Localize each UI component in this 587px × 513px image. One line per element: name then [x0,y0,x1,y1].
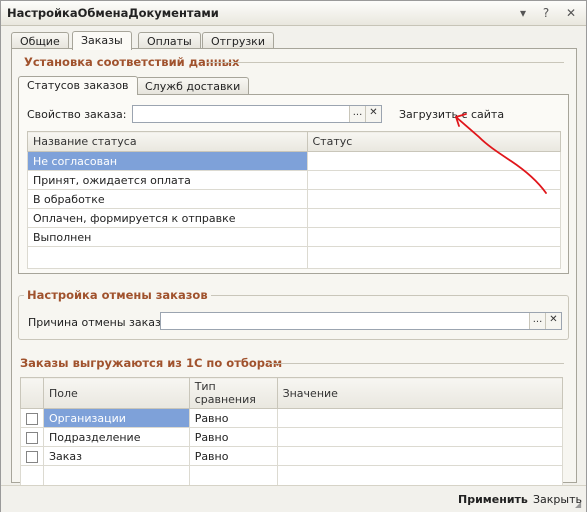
status-value-cell[interactable] [306,170,561,190]
status-value-cell[interactable] [306,208,561,228]
resize-grip-icon[interactable]: ◢ [575,500,585,510]
section-divider [268,363,564,364]
cancel-section-title: Настройка отмены заказов [24,288,211,302]
table-row[interactable]: Подразделение Равно [20,427,564,447]
table-row[interactable]: Организации Равно [20,408,564,428]
window-title: НастройкаОбменаДокументами [7,6,219,20]
column-header-check [20,377,44,409]
table-row[interactable]: Не согласован [27,151,561,171]
cancel-reason-field[interactable]: ... ✕ [160,312,562,330]
table-row[interactable]: Оплачен, формируется к отправке [27,208,561,228]
status-name-cell[interactable]: Выполнен [27,227,308,247]
filter-checkbox[interactable] [26,431,38,444]
menu-dropdown-icon[interactable]: ▾ [515,5,531,21]
filter-field-cell[interactable]: Подразделение [43,427,190,447]
filter-field-cell[interactable]: Заказ [43,446,190,466]
filter-comparison-cell[interactable]: Равно [188,446,278,466]
cancel-reason-label: Причина отмены заказа: [28,316,172,329]
table-row[interactable]: В обработке [27,189,561,209]
clear-icon[interactable]: ✕ [365,106,381,122]
filter-value-cell[interactable] [276,427,564,447]
select-button[interactable]: ... [349,106,365,122]
dialog-footer: Применить Закрыть [1,485,586,512]
clear-icon[interactable]: ✕ [545,313,561,329]
column-header-value[interactable]: Значение [276,377,564,409]
order-property-field[interactable]: ... ✕ [132,105,382,123]
filter-value-cell[interactable] [276,446,564,466]
status-name-cell[interactable]: Оплачен, формируется к отправке [27,208,308,228]
status-name-cell[interactable]: Не согласован [27,151,308,171]
tab-general[interactable]: Общие [11,32,69,49]
filter-comparison-cell[interactable]: Равно [188,408,278,428]
filter-field-cell[interactable]: Организации [43,408,190,428]
load-from-site-link[interactable]: Загрузить с сайта [399,108,504,121]
status-table: Название статуса Статус Не согласован Пр… [27,131,561,269]
filter-value-cell[interactable] [276,408,564,428]
status-value-cell[interactable] [306,227,561,247]
column-header-field[interactable]: Поле [43,377,190,409]
column-header-status[interactable]: Статус [306,131,561,152]
apply-button[interactable]: Применить [458,493,528,506]
status-mapping-panel: Свойство заказа: ... ✕ Загрузить с сайта… [18,94,569,274]
filter-comparison-cell[interactable]: Равно [188,427,278,447]
filters-table: Поле Тип сравнения Значение Организации … [20,377,564,488]
table-row[interactable]: Заказ Равно [20,446,564,466]
filters-section-title: Заказы выгружаются из 1С по отборам [20,356,283,370]
table-row[interactable]: Принят, ожидается оплата [27,170,561,190]
filter-checkbox[interactable] [26,412,38,425]
section-divider [207,62,564,63]
tab-orders[interactable]: Заказы [72,31,132,50]
help-icon[interactable]: ? [538,5,554,21]
status-value-cell[interactable] [306,151,561,171]
orders-tab-panel: Установка соответствий данных Статусов з… [11,48,577,488]
status-name-cell[interactable]: Принят, ожидается оплата [27,170,308,190]
table-row-empty [27,246,561,269]
filter-checkbox[interactable] [26,450,38,463]
close-icon[interactable]: ✕ [563,5,579,21]
column-header-comparison[interactable]: Тип сравнения [188,377,278,409]
order-property-label: Свойство заказа: [27,108,127,121]
table-row[interactable]: Выполнен [27,227,561,247]
status-name-cell[interactable]: В обработке [27,189,308,209]
status-value-cell[interactable] [306,189,561,209]
tab-shipments[interactable]: Отгрузки [202,32,274,49]
column-header-status-name[interactable]: Название статуса [27,131,308,152]
tab-delivery-services[interactable]: Служб доставки [136,77,250,94]
tab-payments[interactable]: Оплаты [138,32,201,49]
settings-window: НастройкаОбменаДокументами ▾ ? ✕ Общие З… [0,0,587,512]
title-bar: НастройкаОбменаДокументами ▾ ? ✕ [1,1,586,26]
tab-order-statuses[interactable]: Статусов заказов [18,76,138,95]
select-button[interactable]: ... [529,313,545,329]
